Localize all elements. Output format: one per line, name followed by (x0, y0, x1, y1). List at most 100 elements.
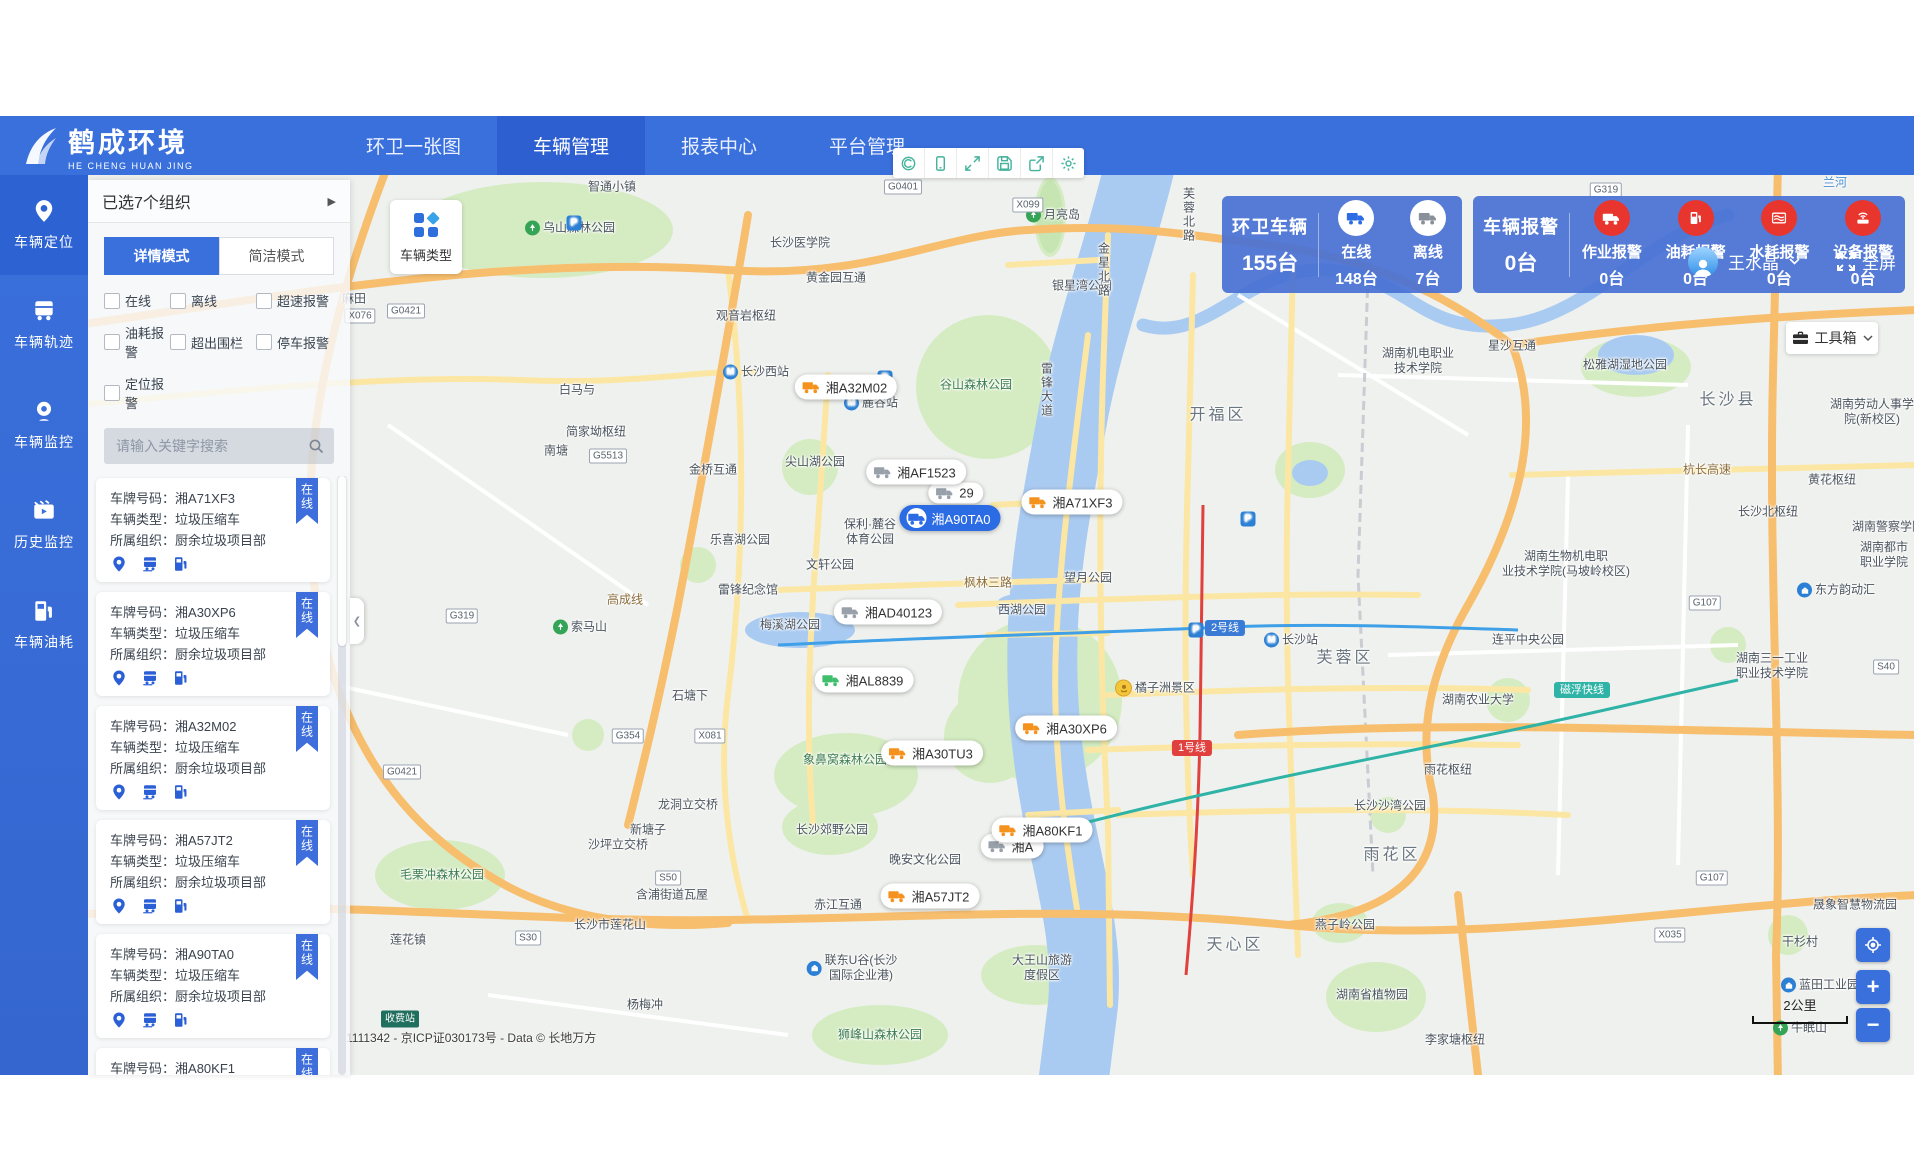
locate-vehicle-icon[interactable] (110, 555, 128, 573)
vehicle-marker-湘A30XP6[interactable]: 湘A30XP6 (1015, 716, 1117, 741)
track-vehicle-icon[interactable] (141, 783, 159, 801)
checkbox-icon[interactable] (104, 293, 120, 309)
filter-在线[interactable]: 在线 (104, 291, 170, 310)
checkbox-icon[interactable] (256, 334, 272, 350)
locate-vehicle-icon[interactable] (110, 1011, 128, 1029)
filter-超速报警[interactable]: 超速报警 (256, 291, 350, 310)
checkbox-icon[interactable] (104, 385, 120, 401)
map-label: 杨梅冲 (627, 998, 663, 1013)
checkbox-icon[interactable] (170, 334, 186, 350)
sidebar-item-车辆定位[interactable]: 车辆定位 (0, 175, 88, 275)
locate-vehicle-icon[interactable] (110, 669, 128, 687)
map-label: 黄花枢纽 (1808, 473, 1856, 488)
org-value: 厨余垃圾项目部 (175, 533, 266, 548)
marker-plate: 湘AF1523 (897, 463, 956, 482)
vehicle-type-button[interactable]: 车辆类型 (390, 200, 462, 274)
filter-离线[interactable]: 离线 (170, 291, 256, 310)
vehicle-card[interactable]: 车牌号码：湘A30XP6 车辆类型：垃圾压缩车 所属组织：厨余垃圾项目部 在线 (96, 592, 330, 696)
brand-title: 鹤成环境 (68, 121, 194, 160)
panel-collapse-handle[interactable]: ❮ (350, 598, 364, 644)
locate-vehicle-icon[interactable] (110, 897, 128, 915)
settings-icon[interactable] (1053, 148, 1084, 178)
expand-icon[interactable] (957, 148, 989, 178)
checkbox-icon[interactable] (256, 293, 272, 309)
vehicle-card[interactable]: 车牌号码：湘A71XF3 车辆类型：垃圾压缩车 所属组织：厨余垃圾项目部 在线 (96, 478, 330, 582)
filter-油耗报警[interactable]: 油耗报警 (104, 323, 170, 361)
user-avatar[interactable] (1688, 247, 1718, 277)
vehicle-marker-湘A90TA0[interactable]: 湘A90TA0 (899, 505, 1000, 531)
map-label: 象鼻窝森林公园 (803, 753, 887, 768)
vehicle-marker-湘AF1523[interactable]: 湘AF1523 (866, 460, 966, 485)
vehicle-marker-湘A30TU3[interactable]: 湘A30TU3 (881, 741, 983, 766)
user-name[interactable]: 王水晶 (1728, 249, 1779, 274)
track-vehicle-icon[interactable] (141, 669, 159, 687)
nav-item-1[interactable]: 车辆管理 (497, 116, 645, 175)
track-vehicle-icon[interactable] (141, 1011, 159, 1029)
marker-plate: 湘AL8839 (846, 671, 904, 690)
panel-scrollbar-thumb[interactable] (338, 476, 346, 646)
vehicle-card[interactable]: 车牌号码：湘A80KF1 车辆类型：垃圾压缩车 所属组织：厨余垃圾项目部 在线 (96, 1048, 330, 1075)
fullscreen-button[interactable]: 全屏 (1836, 249, 1896, 274)
sidebar-item-车辆监控[interactable]: 车辆监控 (0, 375, 88, 475)
track-vehicle-icon[interactable] (141, 555, 159, 573)
filter-超出围栏[interactable]: 超出围栏 (170, 323, 256, 361)
fuelpump-icon (31, 598, 57, 624)
fuel-vehicle-icon[interactable] (172, 555, 190, 573)
fuel-vehicle-icon[interactable] (172, 897, 190, 915)
sidebar-item-历史监控[interactable]: 历史监控 (0, 475, 88, 575)
map-label: 湖南警察学院 (1852, 520, 1914, 535)
panel-scrollbar[interactable] (338, 476, 346, 1075)
plate-value: 湘A80KF1 (175, 1061, 235, 1075)
save-icon[interactable] (989, 148, 1021, 178)
checkbox-icon[interactable] (170, 293, 186, 309)
stat-group: 在线 148台 (1335, 200, 1378, 289)
alarm-water-icon (1761, 200, 1797, 236)
sidebar-item-车辆轨迹[interactable]: 车辆轨迹 (0, 275, 88, 375)
org-value: 厨余垃圾项目部 (175, 647, 266, 662)
org-expand-icon[interactable]: ▶ (328, 195, 336, 208)
map-label: 狮峰山森林公园 (838, 1028, 922, 1043)
track-vehicle-icon[interactable] (141, 897, 159, 915)
vehicle-marker-湘A57JT2[interactable]: 湘A57JT2 (881, 884, 980, 909)
locate-vehicle-icon[interactable] (110, 783, 128, 801)
zoom-in-button[interactable]: + (1856, 970, 1890, 1004)
fuel-vehicle-icon[interactable] (172, 669, 190, 687)
measure-icon[interactable] (893, 148, 925, 178)
map-label: 尖山湖公园 (785, 455, 845, 470)
vehicle-marker-湘A32M02[interactable]: 湘A32M02 (795, 375, 897, 400)
filter-定位报警[interactable]: 定位报警 (104, 374, 170, 412)
export-icon[interactable] (1021, 148, 1053, 178)
nav-item-0[interactable]: 环卫一张图 (330, 116, 497, 175)
nav-item-2[interactable]: 报表中心 (645, 116, 793, 175)
transit-line-pill: 1号线 (1172, 740, 1212, 756)
vehicle-marker-29[interactable]: 29 (928, 483, 983, 504)
mode-tab-0[interactable]: 详情模式 (104, 237, 219, 275)
toolbox-button[interactable]: 工具箱 (1786, 322, 1878, 354)
fuel-vehicle-icon[interactable] (172, 1011, 190, 1029)
mode-tab-1[interactable]: 简洁模式 (219, 237, 334, 275)
video-icon (31, 498, 57, 524)
map-scale-label: 2公里 (1752, 995, 1848, 1014)
mobile-icon[interactable] (925, 148, 957, 178)
locate-button[interactable] (1856, 928, 1890, 962)
checkbox-icon[interactable] (104, 334, 120, 350)
search-icon[interactable] (308, 438, 324, 454)
truck-icon (1029, 495, 1048, 510)
marker-plate: 湘A30XP6 (1046, 719, 1107, 738)
zoom-out-button[interactable]: − (1856, 1008, 1890, 1042)
vehicle-marker-湘A71XF3[interactable]: 湘A71XF3 (1022, 490, 1123, 515)
vehicle-marker-湘AD40123[interactable]: 湘AD40123 (834, 600, 942, 625)
search-input[interactable] (114, 437, 300, 455)
sidebar-item-车辆油耗[interactable]: 车辆油耗 (0, 575, 88, 675)
org-selector[interactable]: 已选7个组织 ▶ (88, 180, 350, 223)
vehicle-card[interactable]: 车牌号码：湘A32M02 车辆类型：垃圾压缩车 所属组织：厨余垃圾项目部 在线 (96, 706, 330, 810)
marker-plate: 29 (959, 486, 973, 501)
user-chevron-down-icon[interactable] (1789, 258, 1800, 265)
filter-停车报警[interactable]: 停车报警 (256, 323, 350, 361)
vehicle-card[interactable]: 车牌号码：湘A90TA0 车辆类型：垃圾压缩车 所属组织：厨余垃圾项目部 在线 (96, 934, 330, 1038)
vehicle-marker-湘A80KF1[interactable]: 湘A80KF1 (992, 818, 1093, 843)
vehicle-card[interactable]: 车牌号码：湘A57JT2 车辆类型：垃圾压缩车 所属组织：厨余垃圾项目部 在线 (96, 820, 330, 924)
map-label: 简家坳枢纽 (566, 425, 626, 440)
fuel-vehicle-icon[interactable] (172, 783, 190, 801)
vehicle-marker-湘AL8839[interactable]: 湘AL8839 (815, 668, 914, 693)
